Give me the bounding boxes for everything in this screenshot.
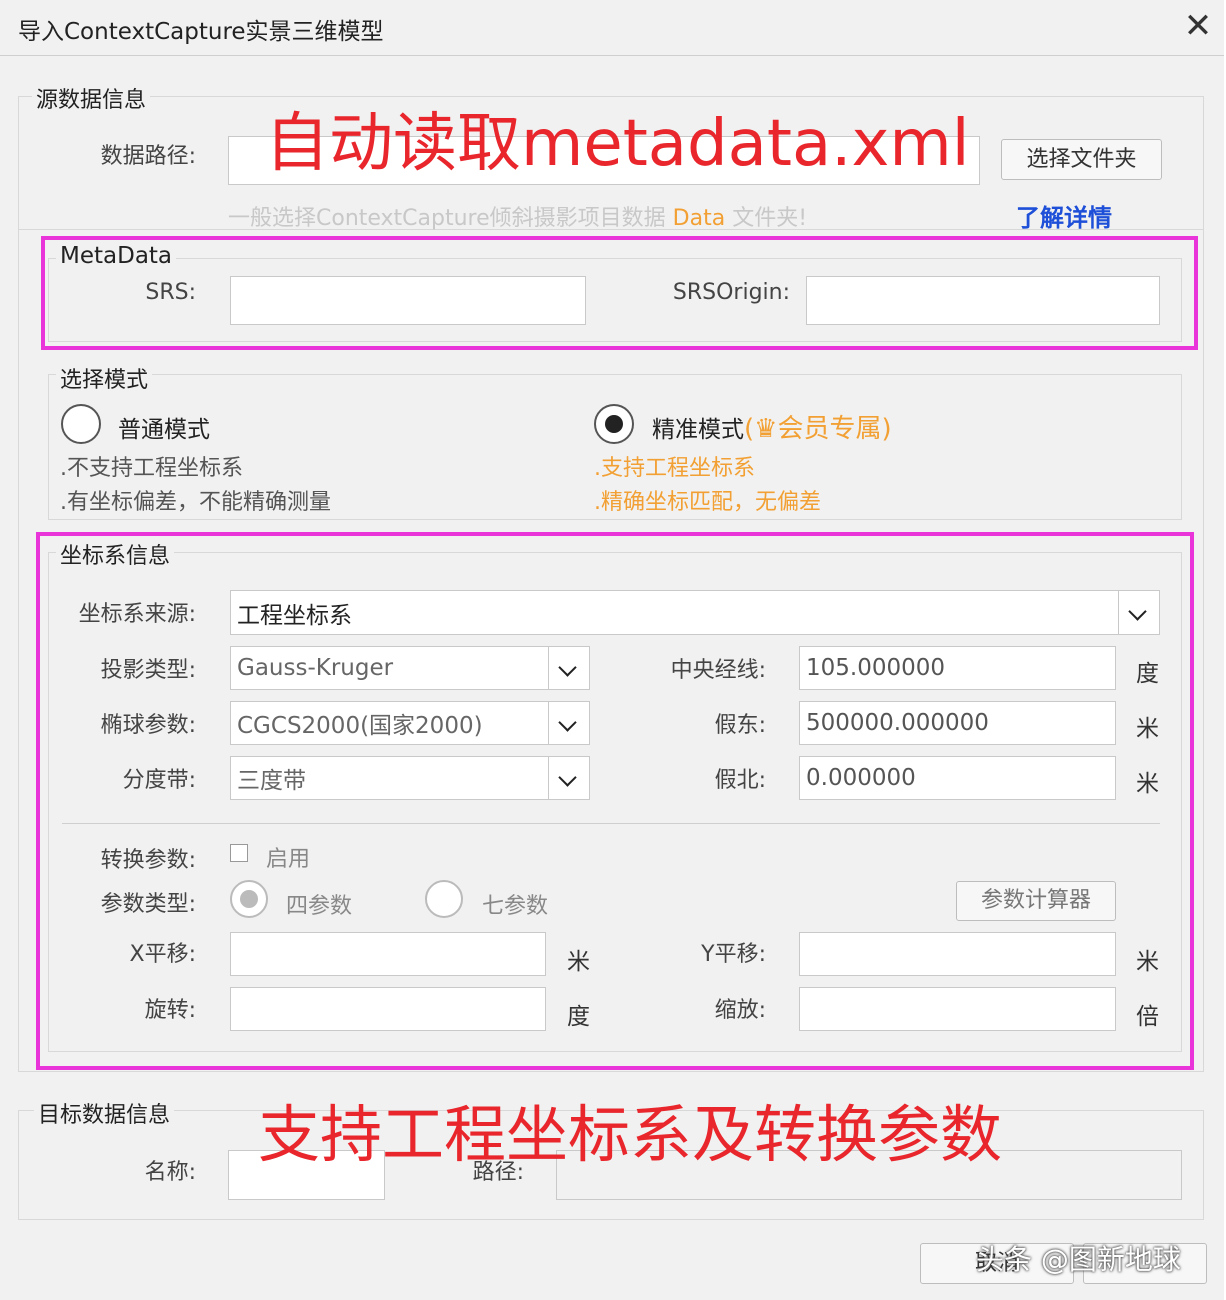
- window-title: 导入ContextCapture实景三维模型: [18, 19, 384, 45]
- metadata-highlight-box: [41, 236, 1198, 350]
- close-icon[interactable]: ✕: [1178, 6, 1218, 46]
- target-name-label: 名称:: [144, 1160, 196, 1185]
- coords-highlight-box: [36, 532, 1194, 1070]
- import-dialog: 导入ContextCapture实景三维模型 ✕ 源数据信息 数据路径: 选择文…: [0, 0, 1224, 1300]
- annotation-bottom: 支持工程坐标系及转换参数: [258, 1098, 1003, 1171]
- target-legend: 目标数据信息: [34, 1097, 175, 1129]
- data-path-label: 数据路径:: [100, 144, 196, 169]
- watermark: 头条 @图新地球: [976, 1243, 1181, 1276]
- learn-more-link[interactable]: 了解详情: [1016, 198, 1112, 233]
- annotation-top: 自动读取metadata.xml: [265, 107, 970, 181]
- select-folder-button[interactable]: 选择文件夹: [1001, 139, 1162, 180]
- source-hint: 一般选择ContextCapture倾斜摄影项目数据 Data 文件夹!: [228, 206, 808, 231]
- source-legend: 源数据信息: [32, 82, 151, 114]
